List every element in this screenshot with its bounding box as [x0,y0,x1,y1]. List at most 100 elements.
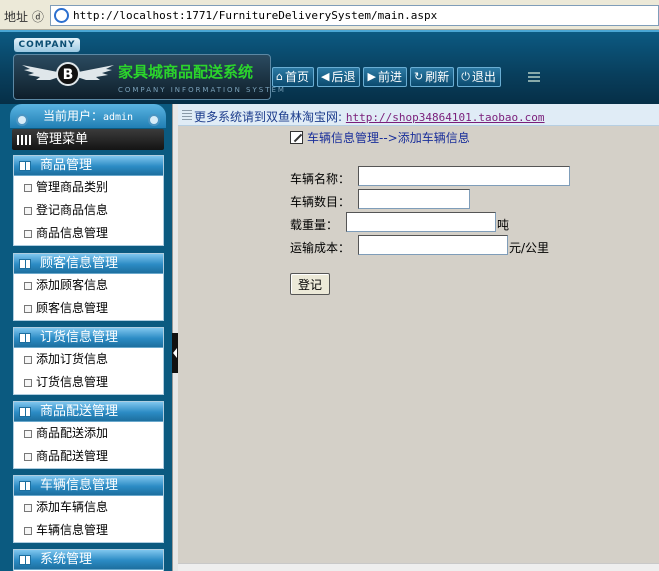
register-button[interactable]: 登记 [290,273,330,295]
page-icon [24,184,32,192]
group-title-customer[interactable]: 顾客信息管理 [14,254,163,274]
edit-icon [290,131,303,144]
group-label: 系统管理 [40,552,93,567]
shop-link[interactable]: http://shop34864101.taobao.com [346,111,545,124]
refresh-button[interactable]: ↻ 刷新 [409,67,455,87]
book-icon [19,407,31,417]
item-label: 商品配送管理 [36,449,109,463]
app-title: 家具城商品配送系统 [118,63,254,81]
ring-right-icon [148,114,160,126]
ring-left-icon [16,114,28,126]
sidebar-item-order-info[interactable]: 订货信息管理 [14,371,163,394]
group-label: 商品管理 [40,158,93,173]
forward-arrow-icon: ▶ [367,70,376,83]
group-order: 订货信息管理 添加订货信息 订货信息管理 [13,327,164,395]
page-icon [24,230,32,238]
home-button[interactable]: ⌂ 首页 [272,67,314,87]
vehicle-name-input[interactable] [358,166,570,186]
back-button[interactable]: ◀ 后退 [317,67,361,87]
ie-page-icon [54,8,69,23]
vehicle-name-label: 车辆名称： [290,172,351,186]
load-capacity-input[interactable] [346,212,496,232]
winged-b-logo-icon: B [22,62,114,86]
menu-header: 管理菜单 [12,129,164,150]
group-title-delivery[interactable]: 商品配送管理 [14,402,163,422]
group-product: 商品管理 管理商品类别 登记商品信息 商品信息管理 [13,155,164,246]
group-title-vehicle[interactable]: 车辆信息管理 [14,476,163,496]
logout-button-label: 退出 [471,70,496,84]
page-icon [24,207,32,215]
horizontal-scrollbar[interactable] [178,563,659,571]
sidebar-item-add-order[interactable]: 添加订货信息 [14,348,163,371]
sidebar-item-add-delivery[interactable]: 商品配送添加 [14,422,163,445]
load-capacity-label: 载重量： [290,218,339,232]
grid-icon [17,135,31,145]
transport-cost-label: 运输成本： [290,241,351,255]
sidebar-item-add-customer[interactable]: 添加顾客信息 [14,274,163,297]
app-subtitle: COMPANY INFORMATION SYSTEM [118,86,286,94]
sidebar-item-customer-info[interactable]: 顾客信息管理 [14,297,163,320]
current-user-bar: 当前用户：admin [10,104,166,128]
vehicle-count-label: 车辆数目： [290,195,351,209]
company-tag: COMPANY [14,38,80,52]
item-label: 顾客信息管理 [36,301,109,315]
page-icon [24,430,32,438]
book-icon [19,161,31,171]
page-icon [24,305,32,313]
menu-grip-icon [528,72,540,82]
menu-title: 管理菜单 [36,132,89,147]
refresh-button-label: 刷新 [425,70,450,84]
home-icon: ⌂ [276,70,283,83]
group-label: 订货信息管理 [40,330,119,345]
sidebar-item-vehicle-info[interactable]: 车辆信息管理 [14,519,163,542]
power-icon: ⏻ [461,70,470,83]
book-icon [19,333,31,343]
book-icon [19,555,31,565]
item-label: 商品配送添加 [36,426,109,440]
address-label: 地址 ⓓ [4,10,44,24]
group-delivery: 商品配送管理 商品配送添加 商品配送管理 [13,401,164,469]
breadcrumb-text: 车辆信息管理-->添加车辆信息 [307,131,470,145]
item-label: 管理商品类别 [36,180,109,194]
group-vehicle: 车辆信息管理 添加车辆信息 车辆信息管理 [13,475,164,543]
browser-address-bar: 地址 ⓓ http://localhost:1771/FurnitureDeli… [0,0,659,30]
item-label: 商品信息管理 [36,226,109,240]
group-label: 车辆信息管理 [40,478,119,493]
vehicle-count-input[interactable] [358,189,470,209]
group-customer: 顾客信息管理 添加顾客信息 顾客信息管理 [13,253,164,321]
page-icon [24,379,32,387]
item-label: 添加车辆信息 [36,500,109,514]
current-user-name: admin [102,112,134,123]
logout-button[interactable]: ⏻ 退出 [457,67,501,87]
info-bar: 更多系统请到双鱼林淘宝网: http://shop34864101.taobao… [178,104,659,126]
forward-button[interactable]: ▶ 前进 [363,67,407,87]
group-system: 系统管理 [13,549,164,571]
info-message: 更多系统请到双鱼林淘宝网: [194,110,343,124]
top-nav: ⌂ 首页 ◀ 后退 ▶ 前进 ↻ 刷新 ⏻ 退出 [272,67,501,87]
home-button-label: 首页 [284,70,309,84]
grip-icon [182,110,192,120]
sidebar-item-register-product[interactable]: 登记商品信息 [14,199,163,222]
main-content: 车辆信息管理-->添加车辆信息 车辆名称： 车辆数目： 载重量： 吨 运输成本：… [178,126,659,563]
item-label: 添加顾客信息 [36,278,109,292]
group-title-order[interactable]: 订货信息管理 [14,328,163,348]
cost-unit: 元/公里 [509,241,550,255]
sidebar-item-manage-category[interactable]: 管理商品类别 [14,176,163,199]
back-button-label: 后退 [331,70,356,84]
page-icon [24,282,32,290]
group-title-system[interactable]: 系统管理 [14,550,163,570]
group-title-product[interactable]: 商品管理 [14,156,163,176]
svg-text:B: B [63,67,74,83]
sidebar-item-add-vehicle[interactable]: 添加车辆信息 [14,496,163,519]
item-label: 车辆信息管理 [36,523,109,537]
book-icon [19,481,31,491]
back-arrow-icon: ◀ [321,70,330,83]
item-label: 订货信息管理 [36,375,109,389]
transport-cost-input[interactable] [358,235,508,255]
sidebar-item-product-info[interactable]: 商品信息管理 [14,222,163,245]
item-label: 添加订货信息 [36,352,109,366]
sidebar-item-delivery-info[interactable]: 商品配送管理 [14,445,163,468]
sidebar: 当前用户：admin 管理菜单 商品管理 管理商品类别 登记商品信息 商品信息管… [0,104,172,571]
address-input[interactable]: http://localhost:1771/FurnitureDeliveryS… [50,5,659,26]
current-user-label: 当前用户： [42,109,103,123]
